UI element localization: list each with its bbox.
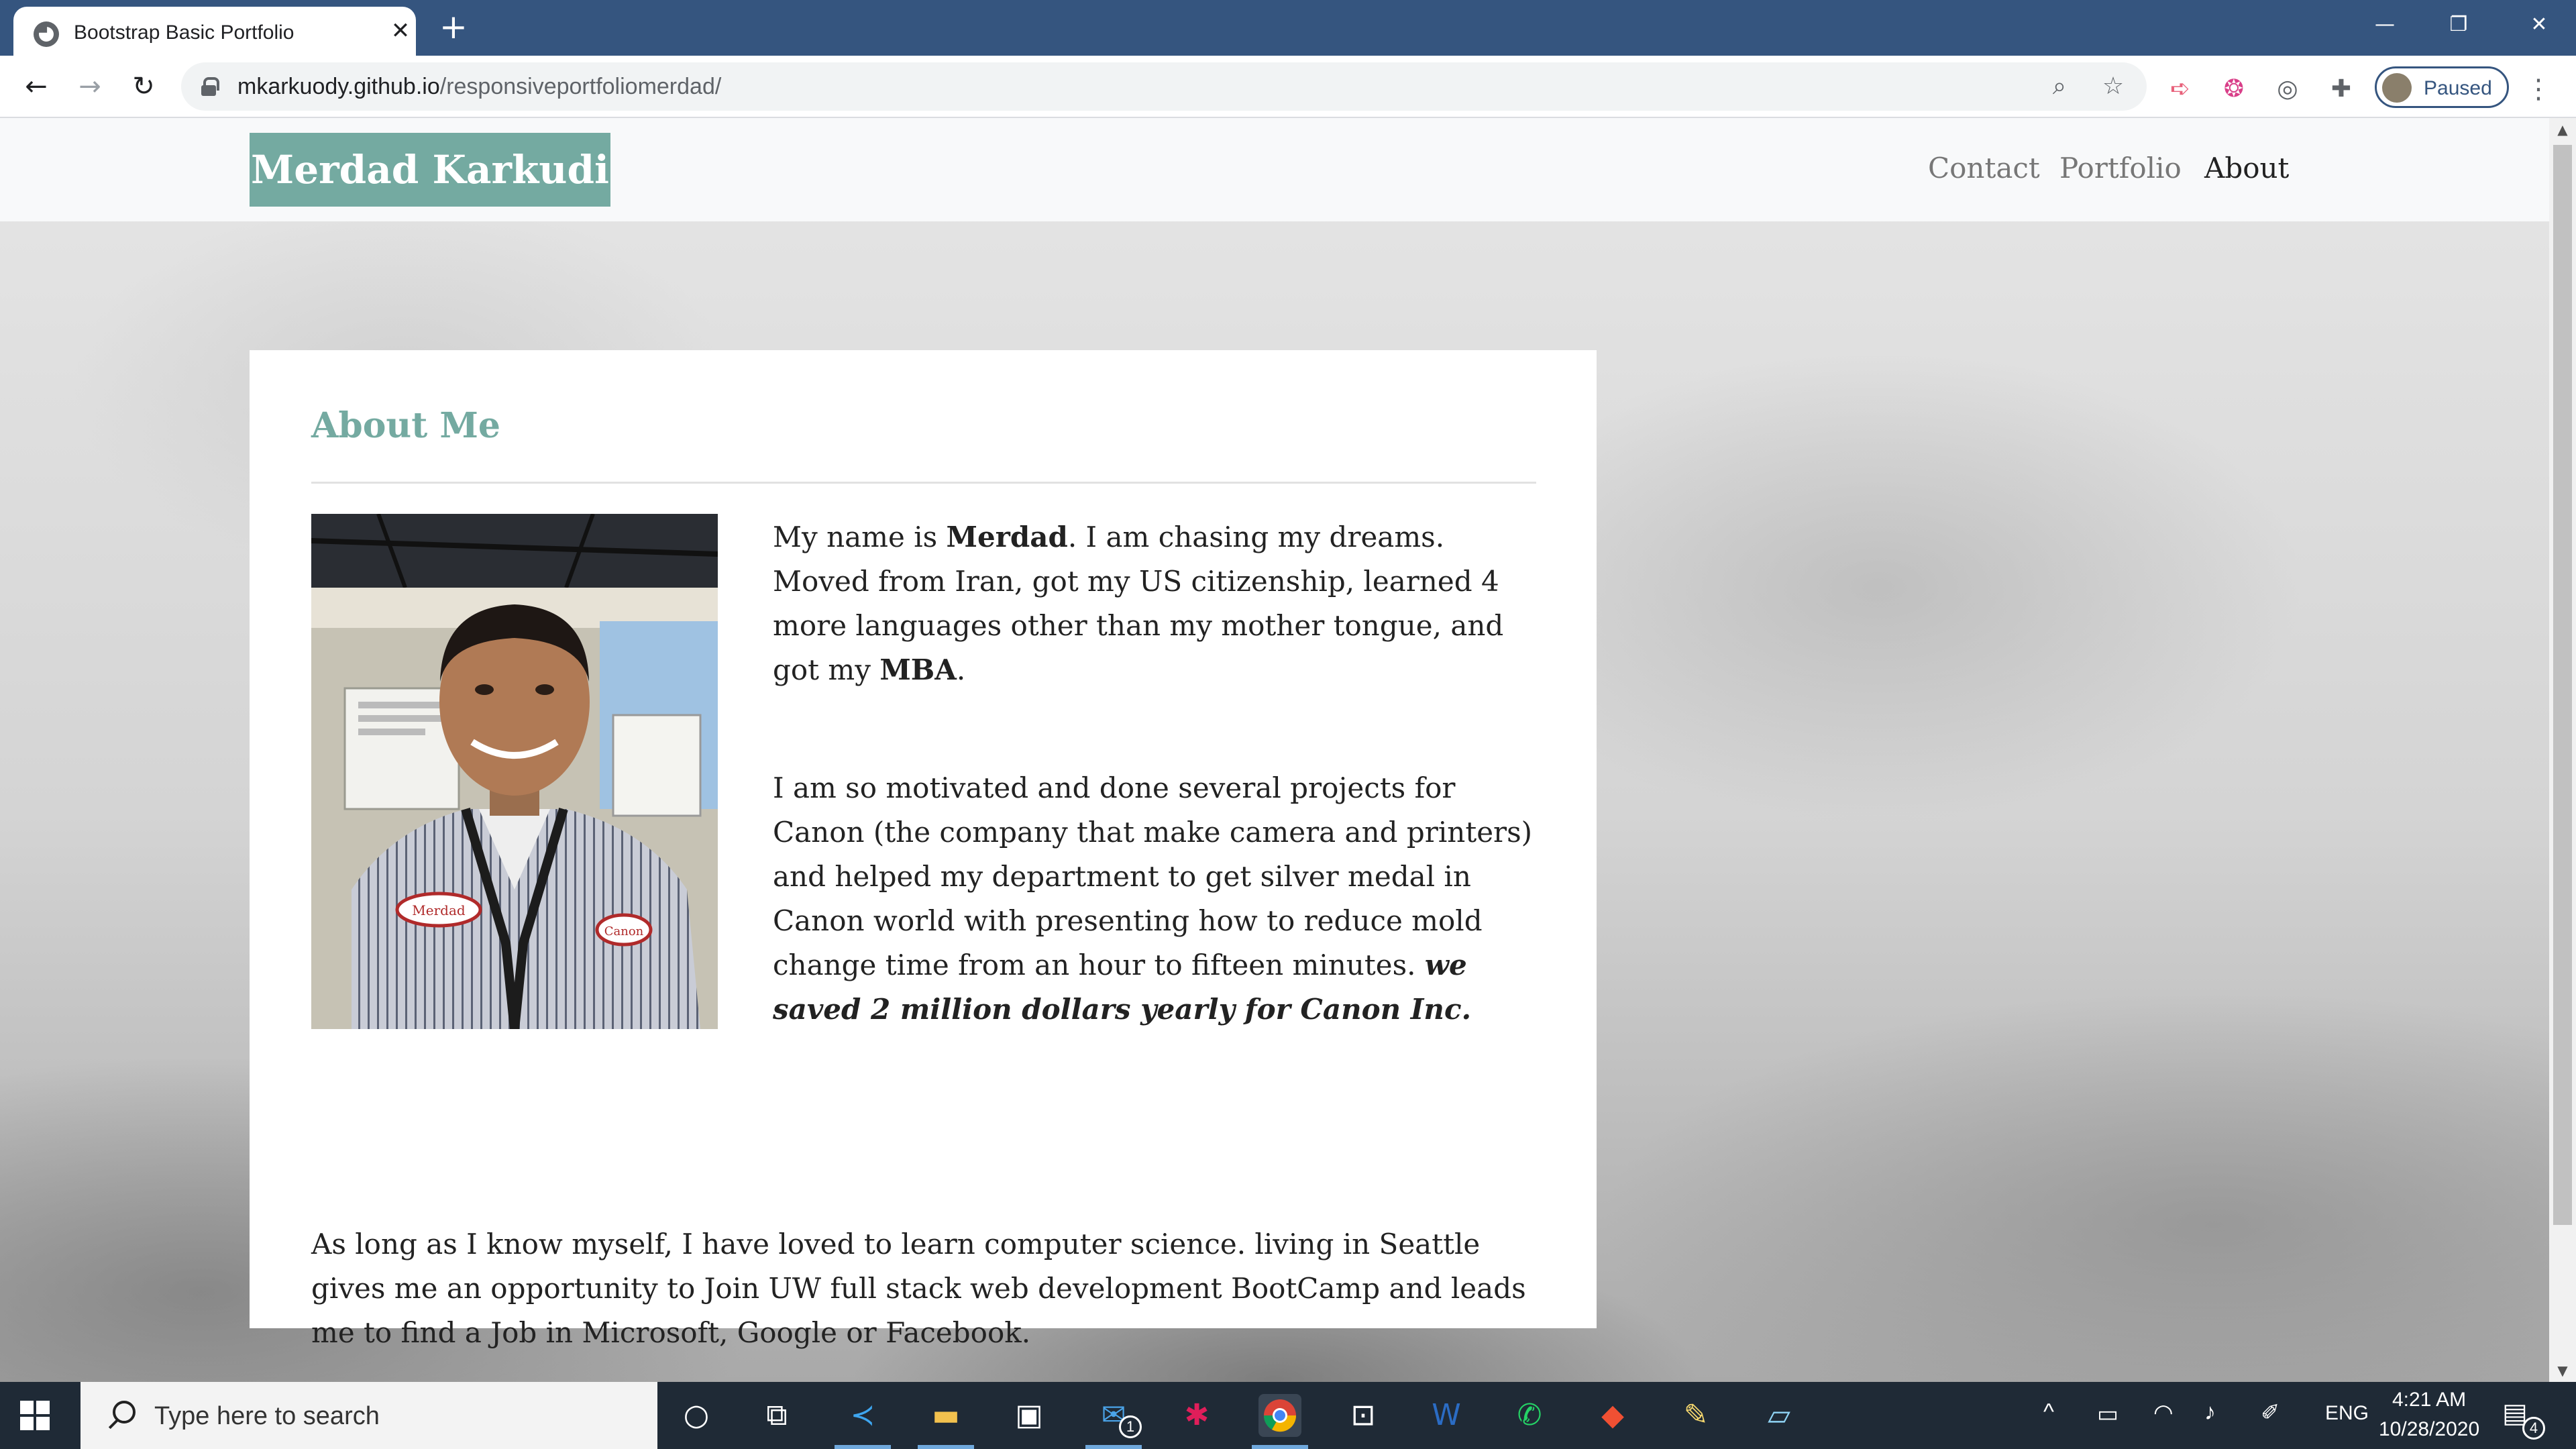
input-language[interactable]: ENG	[2325, 1402, 2369, 1425]
volume-icon[interactable]: ♪	[2204, 1399, 2216, 1426]
taskbar-search-box[interactable]: Type here to search	[80, 1382, 657, 1449]
word-icon[interactable]: W	[1425, 1394, 1468, 1437]
avatar	[2382, 73, 2412, 103]
vscode-running-indicator	[835, 1445, 891, 1449]
battery-icon[interactable]: ▭	[2097, 1401, 2118, 1428]
windows-start-icon[interactable]	[20, 1401, 50, 1430]
extension-arrow-icon[interactable]: ➪	[2164, 73, 2196, 105]
vscode-icon[interactable]: ≺	[841, 1394, 884, 1437]
explorer-running-indicator	[918, 1445, 974, 1449]
photo-canon-badge: Canon	[604, 924, 644, 938]
browser-tab[interactable]: Bootstrap Basic Portfolio ✕	[13, 7, 416, 56]
new-tab-button[interactable]: +	[435, 8, 472, 46]
slack-icon[interactable]: ✱	[1175, 1394, 1218, 1437]
zoom-icon[interactable]: ⌕	[2043, 70, 2076, 103]
reload-icon[interactable]: ↻	[122, 65, 165, 108]
clock-date[interactable]: 10/28/2020	[2379, 1418, 2479, 1441]
pen-icon[interactable]: ✐	[2261, 1399, 2280, 1426]
site-brand[interactable]: Merdad Karkudi	[250, 133, 611, 207]
back-icon[interactable]: ←	[15, 65, 58, 108]
divider	[311, 482, 1536, 484]
profile-photo: Merdad Canon	[311, 514, 718, 1029]
extension-circle-icon[interactable]: ◎	[2271, 73, 2304, 105]
bookmark-star-icon[interactable]: ☆	[2097, 70, 2129, 103]
mail-running-indicator	[1085, 1445, 1142, 1449]
site-navbar: Merdad Karkudi Contact Portfolio About	[0, 118, 2549, 221]
chrome-running-indicator	[1252, 1445, 1308, 1449]
color-wheel-extension-icon[interactable]: ❂	[2218, 73, 2250, 105]
chrome-icon[interactable]	[1258, 1394, 1301, 1437]
about-paragraph-3: As long as I know myself, I have loved t…	[311, 1228, 1526, 1349]
lock-icon	[201, 77, 219, 96]
restore-button[interactable]: ❐	[2422, 0, 2496, 49]
page-title: About Me	[311, 405, 500, 446]
minimize-button[interactable]: —	[2348, 0, 2422, 49]
tab-title: Bootstrap Basic Portfolio	[74, 21, 294, 44]
search-icon	[105, 1401, 136, 1430]
photo-name-badge: Merdad	[412, 902, 466, 918]
paint-icon[interactable]: ✎	[1674, 1394, 1717, 1437]
mail-badge: 1	[1119, 1415, 1142, 1438]
clock-time[interactable]: 4:21 AM	[2392, 1389, 2466, 1411]
close-window-button[interactable]: ✕	[2502, 0, 2576, 49]
page-scrollbar[interactable]: ▲ ▼	[2549, 118, 2576, 1382]
page-viewport: Merdad Karkudi Contact Portfolio About A…	[0, 118, 2549, 1382]
notes-icon[interactable]: ▱	[1758, 1394, 1801, 1437]
browser-toolbar: ← → ↻ mkarkuody.github.io/responsiveport…	[0, 56, 2576, 118]
about-paragraph-1: My name is Merdad. I am chasing my dream…	[773, 521, 1504, 686]
forward-icon[interactable]: →	[68, 65, 111, 108]
task-view-icon[interactable]: ⧉	[755, 1394, 798, 1437]
address-bar[interactable]: mkarkuody.github.io/responsiveportfoliom…	[181, 62, 2147, 111]
about-card: About Me Merdad Canon My name is Merdad.…	[250, 350, 1597, 1349]
about-paragraph-2: I am so motivated and done several proje…	[773, 771, 1533, 1026]
file-explorer-icon[interactable]: ▬	[924, 1394, 967, 1437]
scrollbar-thumb[interactable]	[2553, 145, 2572, 1225]
kebab-menu-icon[interactable]: ⋮	[2522, 73, 2555, 105]
windows-taskbar: Type here to search ○ ⧉ ≺ ▬ ▣ ✉ 1 ✱ ⊡ W …	[0, 1382, 2576, 1449]
whatsapp-icon[interactable]: ✆	[1508, 1394, 1551, 1437]
url-text[interactable]: mkarkuody.github.io/responsiveportfoliom…	[237, 74, 721, 100]
profile-status: Paused	[2424, 77, 2492, 99]
git-icon[interactable]: ◆	[1591, 1394, 1634, 1437]
notification-count: 4	[2522, 1417, 2545, 1440]
nav-link-about[interactable]: About	[2204, 152, 2289, 184]
nav-link-portfolio[interactable]: Portfolio	[2059, 152, 2182, 184]
extensions-puzzle-icon[interactable]: ✚	[2325, 73, 2357, 105]
browser-tab-strip: Bootstrap Basic Portfolio ✕ + — ❐ ✕	[0, 0, 2576, 56]
store-icon[interactable]: ▣	[1008, 1394, 1051, 1437]
globe-icon	[34, 21, 59, 47]
cortana-icon[interactable]: ○	[675, 1394, 718, 1437]
search-placeholder: Type here to search	[154, 1402, 380, 1430]
close-tab-icon[interactable]: ✕	[386, 16, 415, 46]
nav-link-contact[interactable]: Contact	[1928, 152, 2040, 184]
wifi-icon[interactable]: ◠	[2153, 1399, 2174, 1426]
app-icon[interactable]: ⊡	[1342, 1394, 1385, 1437]
scroll-up-arrow-icon[interactable]: ▲	[2549, 118, 2576, 141]
show-hidden-icons-icon[interactable]: ^	[2043, 1399, 2054, 1426]
scroll-down-arrow-icon[interactable]: ▼	[2549, 1359, 2576, 1382]
profile-button[interactable]: Paused	[2375, 66, 2509, 108]
